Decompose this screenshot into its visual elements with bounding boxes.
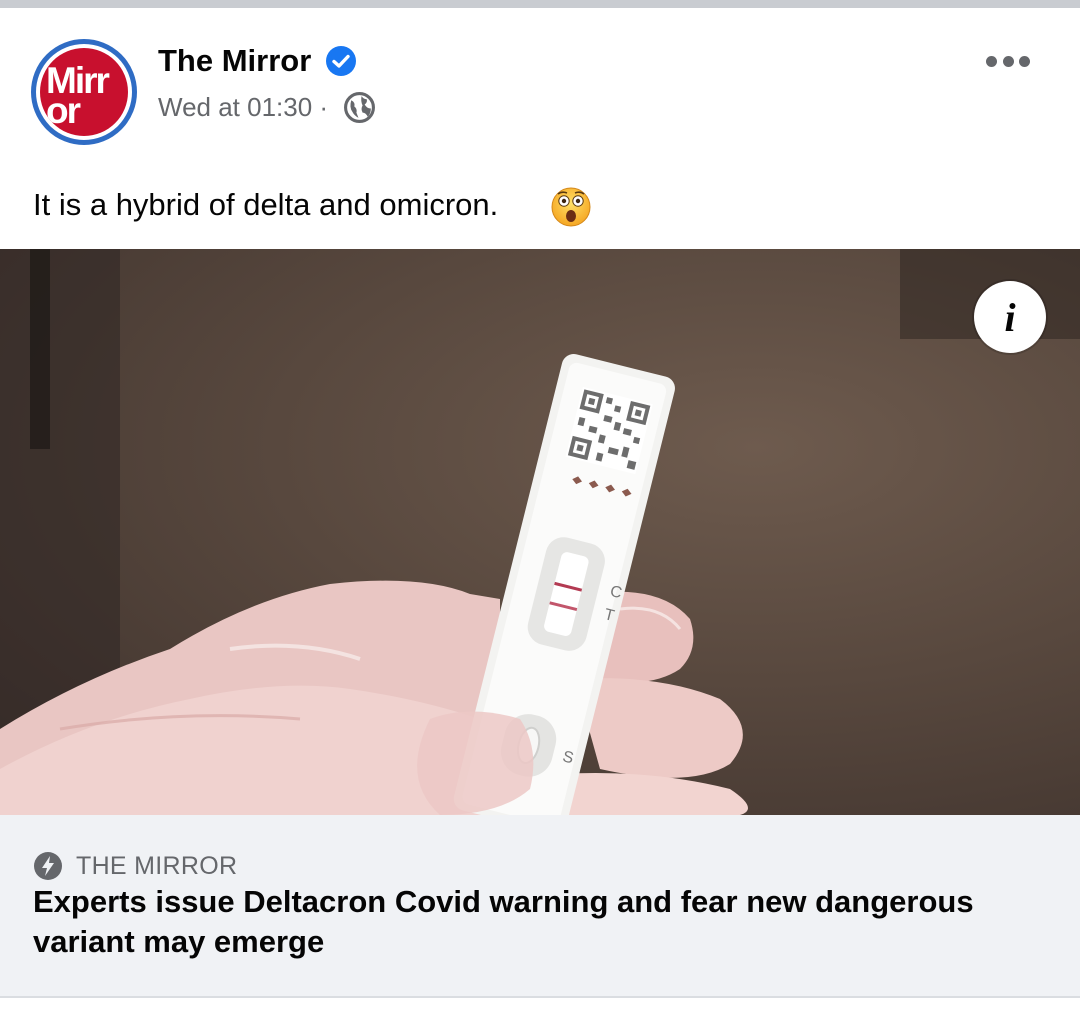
- post-image[interactable]: C T S: [0, 249, 1080, 815]
- top-divider: [0, 0, 1080, 8]
- post-timestamp[interactable]: Wed at 01:30 ·: [158, 90, 328, 124]
- link-source: THE MIRROR: [76, 852, 238, 880]
- astonished-face-emoji: [551, 187, 591, 227]
- verified-badge-icon: [326, 46, 356, 76]
- covid-test-photo: C T S: [0, 249, 1080, 815]
- globe-icon: [344, 92, 375, 123]
- instant-article-bolt-icon: [34, 852, 62, 880]
- page-avatar[interactable]: Mirr or: [31, 39, 137, 145]
- post-text: It is a hybrid of delta and omicron.: [33, 187, 499, 222]
- more-dot: [1002, 55, 1014, 67]
- mirror-logo: Mirr or: [40, 48, 128, 136]
- more-options-icon[interactable]: [982, 46, 1034, 76]
- info-icon[interactable]: i: [974, 281, 1046, 353]
- more-dot: [1019, 55, 1030, 67]
- logo-text-line2: or: [46, 90, 81, 131]
- post-bottom-divider: [0, 996, 1080, 998]
- more-dot: [986, 55, 997, 67]
- link-headline[interactable]: Experts issue Deltacron Covid warning an…: [33, 882, 1033, 962]
- page-name[interactable]: The Mirror: [158, 42, 311, 80]
